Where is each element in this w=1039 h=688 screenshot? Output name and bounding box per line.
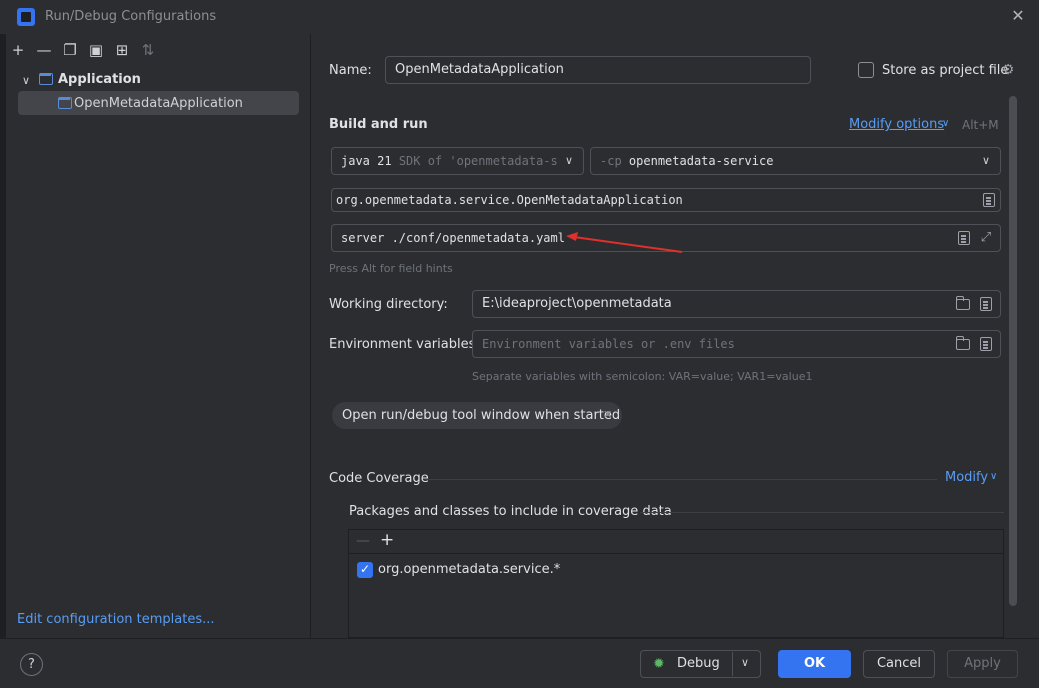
- insert-macro-icon[interactable]: [958, 231, 970, 245]
- chip-close-icon[interactable]: ✕: [603, 408, 612, 421]
- environment-variables-placeholder: Environment variables or .env files: [482, 337, 735, 351]
- add-icon[interactable]: +: [380, 530, 394, 550]
- classpath-select[interactable]: -cp openmetadata-service: [590, 147, 1001, 175]
- cancel-button[interactable]: Cancel: [863, 650, 935, 678]
- remove-icon[interactable]: —: [35, 41, 53, 59]
- copy-icon[interactable]: ❐: [61, 41, 79, 59]
- modify-options-shortcut: Alt+M: [962, 118, 999, 132]
- save-icon[interactable]: ▣: [87, 41, 105, 59]
- working-directory-input[interactable]: E:\ideaproject\openmetadata: [472, 290, 1001, 318]
- add-icon[interactable]: +: [9, 41, 27, 59]
- coverage-item-label: org.openmetadata.service.*: [378, 562, 561, 577]
- help-button[interactable]: ?: [20, 653, 43, 676]
- main-class-input[interactable]: org.openmetadata.service.OpenMetadataApp…: [331, 188, 1001, 212]
- modify-chevron-icon[interactable]: ∨: [990, 471, 997, 482]
- annotation-arrow: [566, 232, 683, 253]
- field-hints-text: Press Alt for field hints: [329, 262, 453, 275]
- scrollbar[interactable]: [1009, 96, 1017, 606]
- modify-link[interactable]: Modify: [945, 470, 988, 485]
- folder-icon[interactable]: [955, 296, 970, 310]
- env-edit-icon[interactable]: [980, 337, 992, 351]
- divider: [349, 553, 1003, 554]
- jre-sdk-suffix: SDK of 'openmetadata-s: [398, 154, 558, 168]
- environment-variables-label: Environment variables:: [329, 337, 480, 352]
- environment-variables-hint: Separate variables with semicolon: VAR=v…: [472, 370, 813, 383]
- divider: [640, 512, 1004, 513]
- ok-button[interactable]: OK: [778, 650, 851, 678]
- classpath-prefix: -cp: [600, 154, 622, 168]
- jre-java-version: java 21: [341, 154, 392, 168]
- tree-item-label: OpenMetadataApplication: [74, 96, 243, 111]
- remove-icon[interactable]: —: [356, 533, 370, 549]
- gear-icon[interactable]: ⚙: [1000, 62, 1016, 78]
- intellij-app-icon: [17, 8, 35, 26]
- divider: [425, 479, 937, 480]
- chevron-down-icon[interactable]: ∨: [22, 74, 30, 87]
- open-tool-window-chip-label: Open run/debug tool window when started: [342, 408, 621, 423]
- coverage-item-checkbox[interactable]: ✓: [357, 562, 373, 578]
- jre-chevron-down-icon[interactable]: ∨: [565, 154, 573, 167]
- env-folder-icon[interactable]: [955, 336, 970, 350]
- application-config-icon: [58, 97, 72, 109]
- code-coverage-title: Code Coverage: [329, 471, 429, 486]
- debug-dropdown-chevron-icon[interactable]: ∨: [741, 656, 749, 669]
- modify-options-chevron-icon[interactable]: ∨: [942, 118, 949, 129]
- new-folder-icon[interactable]: ⊞: [113, 41, 131, 59]
- debug-label: Debug: [677, 656, 720, 671]
- modify-options-link[interactable]: Modify options: [849, 117, 944, 132]
- classpath-module: openmetadata-service: [628, 154, 774, 168]
- jre-select[interactable]: java 21 SDK of 'openmetadata-s: [331, 147, 584, 175]
- working-dir-macro-icon[interactable]: [980, 297, 992, 311]
- name-input[interactable]: OpenMetadataApplication: [385, 56, 811, 84]
- environment-variables-input[interactable]: Environment variables or .env files: [472, 330, 1001, 358]
- window-title: Run/Debug Configurations: [45, 9, 217, 24]
- name-label: Name:: [329, 63, 372, 78]
- edit-configuration-templates-link[interactable]: Edit configuration templates...: [17, 612, 215, 627]
- apply-button[interactable]: Apply: [947, 650, 1018, 678]
- store-as-project-label: Store as project file: [882, 63, 1009, 78]
- bug-icon: ✹: [653, 656, 665, 672]
- application-icon: [39, 73, 53, 85]
- store-as-project-checkbox[interactable]: [858, 62, 874, 78]
- coverage-list: [348, 529, 1004, 638]
- divider: [732, 652, 733, 676]
- name-value: OpenMetadataApplication: [395, 62, 564, 77]
- build-and-run-title: Build and run: [329, 117, 428, 132]
- configurations-sidebar: [0, 34, 311, 638]
- tree-item-application[interactable]: Application: [58, 72, 141, 87]
- close-icon[interactable]: ✕: [1008, 6, 1028, 26]
- background-window-strip: [0, 34, 6, 638]
- expand-icon[interactable]: ⤢: [978, 230, 994, 246]
- packages-title: Packages and classes to include in cover…: [349, 504, 672, 519]
- main-class-value: org.openmetadata.service.OpenMetadataApp…: [336, 193, 683, 207]
- working-directory-value: E:\ideaproject\openmetadata: [482, 296, 672, 311]
- working-directory-label: Working directory:: [329, 297, 448, 312]
- sort-icon[interactable]: ⇅: [139, 41, 157, 59]
- browse-class-icon[interactable]: [983, 193, 995, 207]
- classpath-chevron-down-icon[interactable]: ∨: [982, 154, 990, 167]
